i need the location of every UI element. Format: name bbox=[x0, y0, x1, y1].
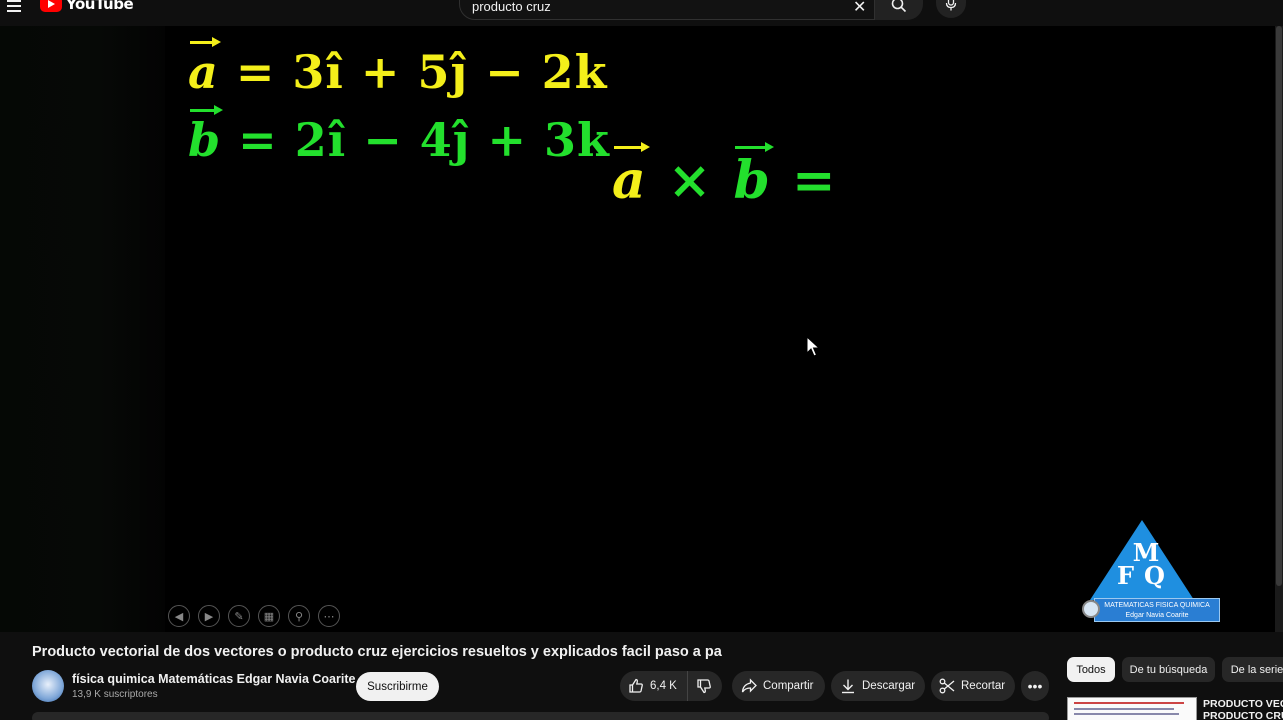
slides-grid-icon[interactable]: ▦ bbox=[258, 605, 280, 627]
channel-name[interactable]: física quimica Matemáticas Edgar Navia C… bbox=[72, 672, 355, 686]
thumbnail-text-line bbox=[1074, 708, 1174, 710]
more-options-icon[interactable]: ⋯ bbox=[318, 605, 340, 627]
share-button[interactable]: Compartir bbox=[732, 671, 825, 701]
vector-b-components: = 2î − 4ĵ + 3k bbox=[221, 113, 610, 167]
thumbnail-text-line bbox=[1074, 702, 1184, 704]
youtube-logo[interactable]: YouTube bbox=[40, 0, 134, 14]
equation-vector-b: b = 2î − 4ĵ + 3k bbox=[188, 105, 610, 167]
clip-label: Recortar bbox=[961, 680, 1006, 692]
watermark-letters-fq: FQ bbox=[1117, 561, 1175, 590]
subscriber-count: 13,9 K suscriptores bbox=[72, 689, 158, 700]
hamburger-menu-icon[interactable] bbox=[4, 0, 24, 16]
search-icon bbox=[891, 0, 907, 13]
mouse-cursor-icon bbox=[806, 336, 820, 357]
watermark-banner: MATEMATICAS FISICA QUIMICA Edgar Navia C… bbox=[1094, 598, 1220, 622]
download-button[interactable]: Descargar bbox=[831, 671, 925, 701]
logo-text: YouTube bbox=[66, 0, 134, 13]
cross-left-vector: a bbox=[612, 142, 650, 211]
more-actions-icon: ••• bbox=[1027, 678, 1043, 694]
scrollbar-thumb[interactable] bbox=[1276, 26, 1282, 586]
thumbnail-text-line bbox=[1074, 713, 1179, 715]
share-icon bbox=[741, 678, 757, 693]
vector-a-components: = 3î + 5ĵ − 2k bbox=[218, 45, 608, 99]
scissors-icon bbox=[939, 678, 955, 694]
search-input[interactable] bbox=[472, 0, 832, 14]
thumbs-up-icon bbox=[629, 678, 643, 693]
cross-right-vector: b bbox=[733, 142, 775, 211]
recommended-title-line-2: PRODUCTO CRUZ bbox=[1203, 710, 1283, 720]
like-dislike-group: 6,4 K bbox=[620, 671, 722, 701]
chip-from-search[interactable]: De tu búsqueda bbox=[1122, 657, 1215, 682]
recommended-video-thumbnail[interactable] bbox=[1067, 697, 1197, 720]
video-title: Producto vectorial de dos vectores o pro… bbox=[32, 644, 722, 660]
top-bar: YouTube ✕ bbox=[0, 0, 1283, 26]
more-actions-button[interactable]: ••• bbox=[1021, 671, 1049, 701]
cross-equals: = bbox=[771, 150, 838, 211]
channel-watermark-logo: M FQ MATEMATICAS FISICA QUIMICA Edgar Na… bbox=[1082, 520, 1222, 624]
slide-left-margin bbox=[0, 26, 165, 632]
previous-slide-icon[interactable]: ◀ bbox=[168, 605, 190, 627]
thumbs-down-icon bbox=[697, 679, 711, 694]
recommended-video-title[interactable]: PRODUCTO VECTORIAL PRODUCTO CRUZ bbox=[1203, 698, 1283, 720]
download-label: Descargar bbox=[862, 680, 916, 692]
page-scrollbar[interactable] bbox=[1275, 26, 1283, 632]
search-box bbox=[459, 0, 875, 20]
chip-all[interactable]: Todos bbox=[1067, 657, 1115, 682]
voice-search-button[interactable] bbox=[936, 0, 966, 18]
microphone-icon bbox=[945, 0, 957, 11]
watermark-line-1: MATEMATICAS FISICA QUIMICA bbox=[1104, 602, 1210, 609]
clip-button[interactable]: Recortar bbox=[931, 671, 1015, 701]
equation-vector-a: a = 3î + 5ĵ − 2k bbox=[188, 37, 608, 99]
presentation-controls: ◀ ▶ ✎ ▦ ⚲ ⋯ bbox=[168, 605, 340, 627]
share-label: Compartir bbox=[763, 680, 814, 692]
vector-a-symbol: a bbox=[188, 37, 221, 99]
download-icon bbox=[842, 679, 854, 694]
subscribe-button[interactable]: Suscribirme bbox=[356, 672, 439, 701]
clear-search-icon[interactable]: ✕ bbox=[853, 0, 866, 17]
watermark-line-2: Edgar Navia Coarite bbox=[1125, 612, 1189, 619]
watermark-seal-icon bbox=[1082, 600, 1100, 618]
recommended-title-line-1: PRODUCTO VECTORIAL bbox=[1203, 698, 1283, 710]
next-slide-icon[interactable]: ▶ bbox=[198, 605, 220, 627]
zoom-icon[interactable]: ⚲ bbox=[288, 605, 310, 627]
watermark-letters: M FQ bbox=[1106, 541, 1186, 590]
like-count: 6,4 K bbox=[650, 680, 677, 692]
youtube-play-icon bbox=[40, 0, 62, 12]
vector-b-symbol: b bbox=[188, 105, 224, 167]
pen-icon[interactable]: ✎ bbox=[228, 605, 250, 627]
youtube-watch-page: YouTube ✕ a = 3î + 5ĵ − 2k b = 2î − 4ĵ +… bbox=[0, 0, 1283, 720]
cross-operator: × bbox=[647, 150, 734, 211]
cross-product-expression: a × b = bbox=[612, 142, 838, 211]
chip-from-series[interactable]: De la serie bbox=[1222, 657, 1283, 682]
search-button[interactable] bbox=[875, 0, 923, 20]
like-button[interactable]: 6,4 K bbox=[620, 671, 688, 701]
channel-avatar[interactable] bbox=[32, 670, 64, 702]
dislike-button[interactable] bbox=[688, 671, 712, 701]
description-box-edge[interactable] bbox=[32, 712, 1049, 720]
